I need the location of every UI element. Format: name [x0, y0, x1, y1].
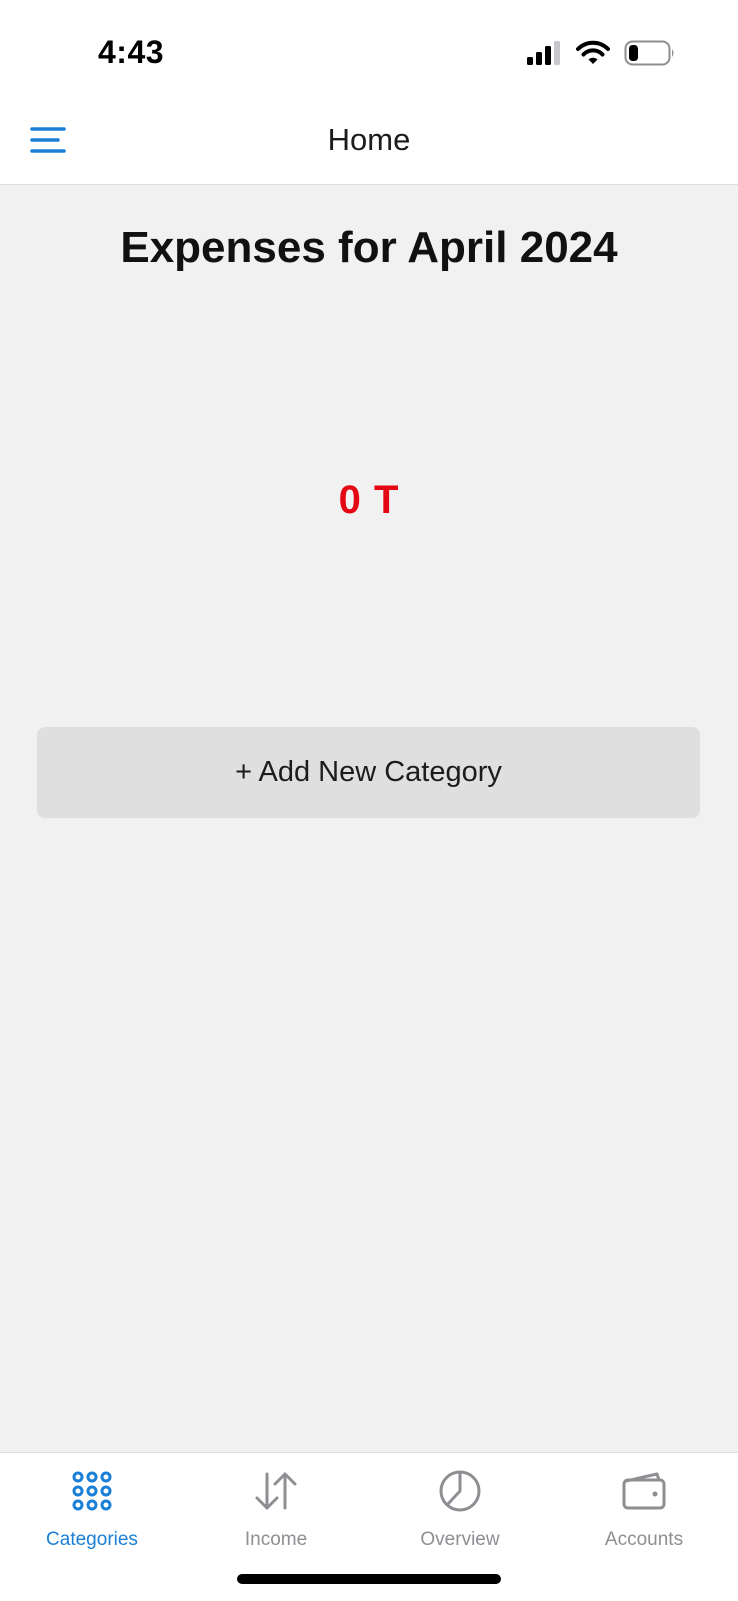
- wallet-icon: [620, 1467, 668, 1515]
- tab-accounts[interactable]: Accounts: [552, 1465, 736, 1565]
- add-new-category-button[interactable]: + Add New Category: [37, 727, 700, 818]
- tab-label: Accounts: [604, 1529, 684, 1550]
- grid-dots-icon: [68, 1467, 116, 1515]
- expenses-heading: Expenses for April 2024: [120, 223, 618, 272]
- tab-label: Overview: [420, 1529, 500, 1550]
- tab-categories[interactable]: Categories: [0, 1465, 184, 1565]
- status-bar: 4:43: [0, 0, 738, 100]
- battery-icon: [624, 40, 676, 71]
- navigation-header: Home: [0, 100, 738, 185]
- tab-income[interactable]: Income: [184, 1465, 368, 1565]
- pie-chart-icon: [436, 1467, 484, 1515]
- up-down-arrows-icon: [252, 1467, 300, 1515]
- page-title: Home: [327, 122, 411, 157]
- status-time: 4:43: [98, 34, 165, 70]
- main-content: Expenses for April 2024 0 T + Add New Ca…: [0, 185, 738, 1452]
- wifi-icon: [576, 40, 610, 71]
- cellular-signal-icon: [526, 40, 562, 71]
- tab-overview[interactable]: Overview: [368, 1465, 552, 1565]
- home-indicator[interactable]: [237, 1574, 501, 1584]
- status-icons: [526, 40, 676, 71]
- total-expenses-amount: 0 T: [338, 478, 400, 522]
- tab-label: Income: [244, 1529, 308, 1550]
- tab-label: Categories: [46, 1529, 138, 1550]
